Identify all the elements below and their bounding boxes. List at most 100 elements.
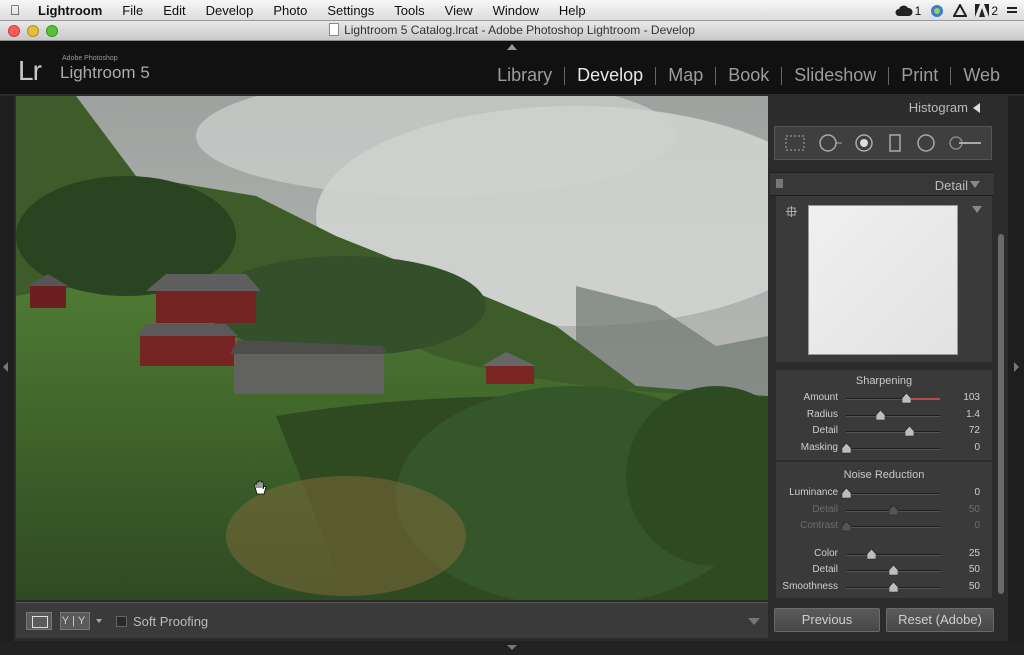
slider-row-color[interactable]: Color 25	[776, 546, 992, 563]
slider-thumb-icon[interactable]	[902, 393, 911, 404]
slider-row-amount[interactable]: Amount 103	[776, 390, 992, 407]
slider-thumb-icon[interactable]	[842, 442, 851, 454]
slider-value[interactable]: 50	[969, 564, 980, 575]
right-panel-toggle-icon[interactable]	[1014, 362, 1019, 372]
slider-label: Detail	[812, 425, 838, 436]
menu-edit[interactable]: Edit	[153, 0, 195, 21]
slider-value[interactable]: 0	[974, 442, 980, 453]
menu-window[interactable]: Window	[483, 0, 549, 21]
before-after-button[interactable]: Y|Y	[60, 612, 90, 630]
slider-row-detail[interactable]: Detail 72	[776, 423, 992, 440]
slider-row-detail[interactable]: Detail 50	[776, 502, 992, 519]
module-library[interactable]: Library	[485, 65, 564, 86]
histogram-panel-header[interactable]: Histogram	[770, 96, 994, 118]
adobe-updates[interactable]: 2	[975, 4, 998, 18]
filmstrip-toggle-icon[interactable]	[507, 645, 517, 650]
before-after-dropdown-icon[interactable]	[96, 619, 102, 623]
menu-app[interactable]: Lightroom	[30, 0, 112, 21]
slider-value[interactable]: 103	[963, 392, 980, 403]
toolbar-menu-icon[interactable]	[748, 618, 760, 625]
slider-track[interactable]	[846, 431, 940, 433]
module-map[interactable]: Map	[656, 65, 715, 86]
loupe-view-button[interactable]	[26, 612, 52, 630]
module-web[interactable]: Web	[951, 65, 1012, 86]
menu-extras-icon[interactable]	[1006, 5, 1018, 17]
menu-help[interactable]: Help	[549, 0, 596, 21]
develop-toolbar: Y|Y Soft Proofing	[16, 602, 768, 638]
slider-thumb-icon[interactable]	[842, 488, 851, 499]
brand-name: Lightroom 5	[60, 63, 150, 82]
slider-value[interactable]: 25	[969, 548, 980, 559]
slider-row-detail[interactable]: Detail 50	[776, 562, 992, 579]
detail-panel-switch-icon[interactable]	[776, 179, 783, 188]
adobe-count: 2	[991, 3, 998, 18]
noise-reduction-title: Noise Reduction	[843, 469, 925, 481]
detail-panel-header[interactable]: Detail	[770, 172, 994, 196]
slider-value[interactable]: 0	[974, 487, 980, 498]
detail-preview-area	[776, 196, 992, 362]
left-panel-toggle-icon[interactable]	[3, 362, 8, 372]
slider-row-masking[interactable]: Masking 0	[776, 440, 992, 457]
slider-row-luminance[interactable]: Luminance 0	[776, 485, 992, 502]
creative-cloud-status[interactable]: 1	[895, 4, 921, 18]
detail-collapse-icon[interactable]	[970, 181, 980, 188]
slider-value[interactable]: 0	[974, 520, 980, 531]
slider-label: Smoothness	[782, 580, 838, 592]
menu-photo[interactable]: Photo	[263, 0, 317, 21]
panel-scrollbar-thumb[interactable]	[998, 234, 1004, 594]
preview-toggle-icon[interactable]	[972, 206, 982, 213]
slider-row-smoothness[interactable]: Smoothness 50	[776, 579, 992, 596]
photo-canvas[interactable]	[16, 96, 768, 600]
slider-thumb-icon[interactable]	[889, 565, 898, 576]
slider-value[interactable]: 1.4	[966, 409, 980, 420]
slider-thumb-icon[interactable]	[842, 521, 851, 532]
slider-value[interactable]: 72	[969, 425, 980, 436]
slider-track[interactable]	[846, 493, 940, 495]
slider-row-contrast[interactable]: Contrast 0	[776, 518, 992, 535]
soft-proofing-checkbox[interactable]	[116, 616, 127, 627]
detail-zoom-preview[interactable]	[808, 205, 958, 355]
slider-row-radius[interactable]: Radius 1.4	[776, 407, 992, 424]
histogram-collapse-icon[interactable]	[973, 103, 980, 113]
slider-track[interactable]	[846, 526, 940, 528]
menu-tools[interactable]: Tools	[384, 0, 434, 21]
target-crosshair-icon[interactable]	[786, 206, 797, 217]
top-panel-toggle-icon[interactable]	[507, 44, 517, 50]
slider-track[interactable]	[846, 398, 940, 400]
slider-thumb-icon[interactable]	[889, 581, 898, 593]
graduated-filter-icon[interactable]	[887, 133, 903, 153]
menu-bar:  Lightroom File Edit Develop Photo Sett…	[0, 0, 1024, 21]
adjustment-brush-icon[interactable]	[947, 133, 985, 153]
apple-menu-icon[interactable]: 	[0, 2, 30, 18]
module-print[interactable]: Print	[889, 65, 950, 86]
slider-thumb-icon[interactable]	[867, 548, 876, 560]
drive-icon[interactable]	[953, 4, 968, 17]
sync-icon[interactable]	[929, 4, 945, 18]
slider-track[interactable]	[846, 414, 940, 417]
slider-label: Detail	[812, 503, 838, 515]
slider-track[interactable]	[846, 447, 940, 450]
slider-value[interactable]: 50	[969, 581, 980, 592]
menu-settings[interactable]: Settings	[317, 0, 384, 21]
slider-label: Detail	[812, 564, 838, 575]
slider-value[interactable]: 50	[969, 504, 980, 515]
radial-filter-icon[interactable]	[915, 133, 937, 153]
previous-button[interactable]: Previous	[774, 608, 880, 632]
slider-thumb-icon[interactable]	[905, 426, 914, 437]
red-eye-icon[interactable]	[853, 133, 875, 153]
slider-thumb-icon[interactable]	[889, 504, 898, 516]
reset-button[interactable]: Reset (Adobe)	[886, 608, 994, 632]
right-panel: Histogram Detail Sharpening Amount 103 Rad…	[770, 96, 1008, 641]
landscape-photo	[16, 96, 768, 600]
menu-view[interactable]: View	[435, 0, 483, 21]
menu-develop[interactable]: Develop	[196, 0, 264, 21]
module-develop[interactable]: Develop	[565, 65, 655, 86]
slider-thumb-icon[interactable]	[876, 409, 885, 421]
slider-track[interactable]	[846, 553, 940, 556]
spot-removal-icon[interactable]	[817, 133, 845, 153]
module-slideshow[interactable]: Slideshow	[782, 65, 888, 86]
panel-scrollbar[interactable]	[998, 234, 1004, 594]
crop-overlay-icon[interactable]	[783, 133, 807, 153]
menu-file[interactable]: File	[112, 0, 153, 21]
module-book[interactable]: Book	[716, 65, 781, 86]
